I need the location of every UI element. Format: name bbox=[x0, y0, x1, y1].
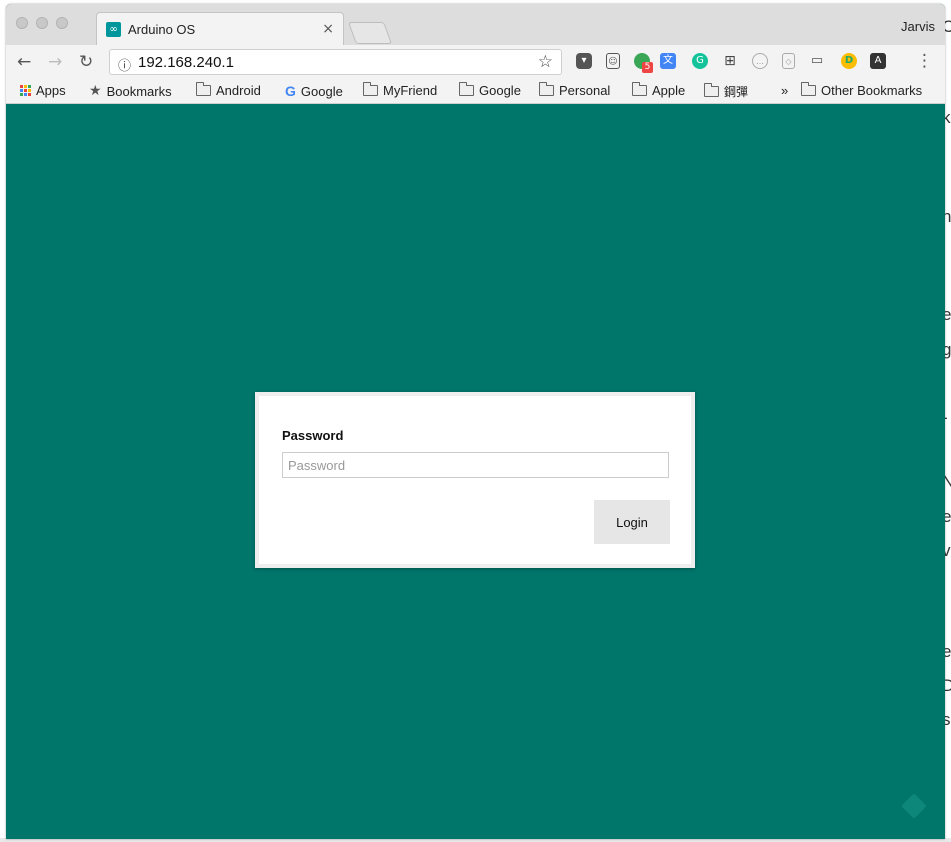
bookmark-gundam[interactable]: 鋼彈 bbox=[704, 83, 748, 100]
info-icon[interactable]: ⓘ bbox=[118, 55, 131, 74]
bookmark-label: Google bbox=[300, 83, 343, 99]
new-tab-button[interactable] bbox=[347, 22, 393, 44]
title-bar: ∞ Arduino OS × Jarvis bbox=[6, 4, 945, 45]
forward-arrow-icon[interactable]: → bbox=[48, 52, 62, 72]
maximize-window-button[interactable] bbox=[56, 17, 68, 29]
bookmark-other[interactable]: Other Bookmarks bbox=[801, 82, 923, 98]
extension-icon[interactable]: D bbox=[841, 53, 857, 69]
folder-icon bbox=[459, 82, 474, 96]
feedly-icon[interactable] bbox=[901, 793, 927, 819]
bookmark-personal[interactable]: Personal bbox=[539, 82, 611, 98]
bookmark-google-folder[interactable]: Google bbox=[459, 82, 521, 98]
bookmarks-overflow[interactable]: » bbox=[781, 83, 788, 98]
login-card: Password Login bbox=[255, 392, 695, 568]
extension-icon[interactable]: A bbox=[870, 53, 886, 69]
reload-icon[interactable]: ↻ bbox=[79, 52, 93, 72]
chevron-overflow-icon: » bbox=[781, 83, 789, 98]
close-tab-icon[interactable]: × bbox=[322, 21, 334, 37]
folder-icon bbox=[196, 82, 211, 96]
bookmark-label: Google bbox=[479, 83, 521, 98]
extension-icon[interactable]: ☺ bbox=[606, 53, 620, 69]
profile-name[interactable]: Jarvis bbox=[901, 19, 935, 34]
extension-badge: 5 bbox=[642, 62, 653, 73]
star-icon: ★ bbox=[89, 83, 102, 99]
bookmark-myfriend[interactable]: MyFriend bbox=[363, 82, 438, 98]
bookmark-label: Bookmarks bbox=[106, 83, 172, 99]
bookmark-bookmarks[interactable]: ★ Bookmarks bbox=[89, 83, 172, 99]
bookmark-label: MyFriend bbox=[383, 83, 438, 98]
google-icon: G bbox=[285, 83, 296, 99]
extension-icon[interactable]: … bbox=[752, 53, 768, 69]
password-input[interactable] bbox=[282, 452, 669, 478]
apps-icon bbox=[20, 85, 31, 96]
page-content: Password Login bbox=[6, 112, 945, 839]
minimize-window-button[interactable] bbox=[36, 17, 48, 29]
password-label: Password bbox=[282, 428, 344, 443]
extension-icon[interactable]: ◇ bbox=[782, 53, 795, 69]
tab-arduino-os[interactable]: ∞ Arduino OS × bbox=[96, 12, 344, 45]
bookmark-apple[interactable]: Apple bbox=[632, 82, 686, 98]
grid-extension-icon[interactable]: ⊞ bbox=[722, 53, 738, 69]
bookmark-label: 鋼彈 bbox=[724, 85, 749, 99]
folder-icon bbox=[363, 82, 378, 96]
bookmark-label: Other Bookmarks bbox=[821, 83, 923, 98]
pocket-extension-icon[interactable]: ▾ bbox=[576, 53, 592, 69]
arduino-infinity-icon: ∞ bbox=[106, 22, 121, 37]
bookmark-label: Apple bbox=[652, 83, 686, 98]
translate-extension-icon[interactable]: 文 bbox=[660, 53, 676, 69]
bookmark-star-icon[interactable]: ☆ bbox=[538, 52, 553, 72]
bookmark-label: Apps bbox=[36, 83, 66, 98]
close-window-button[interactable] bbox=[16, 17, 28, 29]
grammarly-extension-icon[interactable]: G bbox=[692, 53, 708, 69]
more-menu-icon[interactable]: ⋮ bbox=[916, 51, 933, 71]
bookmark-label: Personal bbox=[559, 83, 611, 98]
folder-icon bbox=[632, 82, 647, 96]
bookmark-apps[interactable]: Apps bbox=[20, 83, 66, 98]
browser-window: ∞ Arduino OS × Jarvis ← → ↻ ⓘ 192.168.24… bbox=[6, 4, 945, 839]
tab-title: Arduino OS bbox=[128, 22, 196, 37]
bookmark-android[interactable]: Android bbox=[196, 82, 261, 98]
cast-icon[interactable]: ▭ bbox=[809, 53, 825, 69]
folder-icon bbox=[704, 83, 719, 97]
login-button[interactable]: Login bbox=[594, 500, 670, 544]
address-bar[interactable]: ⓘ 192.168.240.1 ☆ bbox=[109, 49, 562, 75]
folder-icon bbox=[539, 82, 554, 96]
bookmark-label: Android bbox=[216, 83, 261, 98]
bookmarks-bar: Apps ★ Bookmarks Android G Google MyFrie… bbox=[6, 79, 945, 104]
bookmark-google[interactable]: G Google bbox=[285, 83, 343, 99]
url-text: 192.168.240.1 bbox=[138, 54, 234, 71]
back-arrow-icon[interactable]: ← bbox=[17, 52, 31, 72]
toolbar: ← → ↻ ⓘ 192.168.240.1 ☆ ▾ ☺ 5 文 G ⊞ … ◇ … bbox=[6, 45, 945, 79]
folder-icon bbox=[801, 82, 816, 96]
